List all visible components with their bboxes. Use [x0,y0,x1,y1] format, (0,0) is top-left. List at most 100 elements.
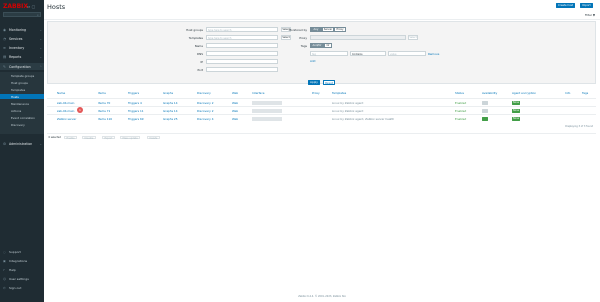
nav-user-settings[interactable]: ☺ User settings [0,275,44,282]
mass-update-button[interactable]: Mass update [120,135,141,139]
chevron-up-icon: ⌃ [39,64,42,69]
availability-badge [482,108,488,113]
interface-redacted [252,109,282,113]
submenu-hosts[interactable]: Hosts [0,94,44,99]
submenu-actions[interactable]: Actions [0,108,44,113]
column-header-discovery: Discovery [197,91,211,95]
zabbix-logo[interactable]: ZABBIX [3,3,28,10]
templates-text: Linux by Zabbix agent, Zabbix server hea… [332,117,395,121]
graphs-link[interactable]: Graphs 25 [163,117,177,121]
submenu-event-correlation[interactable]: Event correlation [0,115,44,120]
web-link[interactable]: Web [232,101,238,105]
tag-add-link[interactable]: Add [310,59,322,63]
graphs-link[interactable]: Graphs 14 [163,101,177,105]
encryption-badge: None [512,116,520,121]
column-header-status[interactable]: Status [455,91,464,95]
wrench-icon: ✎ [3,64,6,69]
nav-integrations[interactable]: ▣ Integrations [0,257,44,264]
reset-button[interactable]: Reset [323,80,335,85]
configuration-submenu: Template groups Host groups Templates Ho… [0,72,44,134]
host-name-link[interactable]: Zabbix server [57,117,76,121]
table-row: zab-04.main Items 70 Triggers 4 Graphs 1… [47,98,596,106]
export-button[interactable]: Export [102,135,115,139]
name-input[interactable] [206,43,278,48]
ip-label: IP [200,60,203,64]
items-link[interactable]: Items 116 [98,117,112,121]
sign-out-icon: ⏻ [3,285,6,290]
triggers-link[interactable]: Triggers 69 [128,117,144,121]
tags-and-or[interactable]: And/Or [310,43,324,48]
dns-input[interactable] [206,51,278,56]
host-name-link[interactable]: zab-04.main [57,109,74,113]
submenu-template-groups[interactable]: Template groups [0,73,44,78]
submenu-host-groups[interactable]: Host groups [0,80,44,85]
filter-icon: ▼ [592,13,595,17]
services-icon: ◔ [3,36,7,41]
nav-services[interactable]: ◔ Services ⌄ [0,35,44,42]
monitored-by-server[interactable]: Server [322,27,334,32]
web-link[interactable]: Web [232,117,238,121]
enable-button[interactable]: Enable [64,135,78,139]
nav-reports[interactable]: ▤ Reports ⌄ [0,53,44,60]
nav-inventory[interactable]: ≡ Inventory ⌄ [0,44,44,51]
port-input[interactable] [206,67,278,72]
status-link[interactable]: Enabled [455,109,466,113]
submenu-templates[interactable]: Templates [0,87,44,92]
graphs-link[interactable]: Graphs 14 [163,109,177,113]
status-link[interactable]: Enabled [455,117,466,121]
sidebar-controls[interactable]: ⇔ ▢ [27,4,35,9]
triggers-link[interactable]: Triggers 4 [128,101,142,105]
import-button[interactable]: Import [580,3,593,8]
availability-badge [482,116,488,121]
monitored-by-any[interactable]: Any [310,27,322,32]
tags-or[interactable]: Or [324,43,332,48]
nav-configuration[interactable]: ✎ Configuration ⌃ [0,63,44,70]
disable-button[interactable]: Disable [82,135,96,139]
chevron-down-icon: ⌄ [39,27,42,32]
items-link[interactable]: Items 70 [98,101,110,105]
eye-icon: ◉ [3,27,7,32]
triggers-link[interactable]: Triggers 11 [128,109,144,113]
monitored-by-proxy[interactable]: Proxy [334,27,346,32]
filter-tab[interactable]: Filter ▼ [585,13,595,17]
host-name-link[interactable]: zab-04.main [57,101,74,105]
discovery-link[interactable]: Discovery 2 [197,101,214,105]
tag-remove-link[interactable]: Remove [428,52,440,56]
column-header-agent-encryption: Agent encryption [512,91,537,95]
proxy-select-button[interactable]: Select [408,35,418,40]
mass-actions-bar: 0 selected Enable Disable Export Mass up… [47,133,596,139]
proxy-input[interactable] [310,35,406,40]
host-groups-input[interactable]: type here to search [206,27,278,32]
status-link[interactable]: Enabled [455,101,466,105]
nav-monitoring[interactable]: ◉ Monitoring ⌄ [0,26,44,33]
user-icon: ☺ [3,276,7,281]
integrations-icon: ▣ [3,258,6,263]
apply-button[interactable]: Apply [308,80,320,85]
tag-operator-select[interactable]: Contains [350,51,386,56]
nav-sign-out[interactable]: ⏻ Sign out [0,284,44,291]
templates-input[interactable]: type here to search [206,35,278,40]
items-link[interactable]: Items 71 [98,109,110,113]
web-link[interactable]: Web [232,109,238,113]
gear-icon: ⚙ [3,141,7,146]
ip-input[interactable] [206,59,278,64]
filter-panel: Host groups type here to search Select T… [47,21,596,85]
tag-value-input[interactable]: value [388,51,426,56]
sidebar: ZABBIX ⇔ ▢ ⌕ ◉ Monitoring ⌄ ◔ Services ⌄ ≡ In… [0,0,44,302]
encryption-badge: None [512,100,520,105]
sidebar-search-input[interactable]: ⌕ [3,12,41,17]
delete-button[interactable]: Delete [147,135,160,139]
discovery-link[interactable]: Discovery 2 [197,109,214,113]
discovery-link[interactable]: Discovery 4 [197,117,214,121]
submenu-maintenance[interactable]: Maintenance [0,101,44,106]
tag-name-input[interactable]: tag [310,51,348,56]
proxy-label: Proxy [299,36,307,40]
submenu-discovery[interactable]: Discovery [0,122,44,127]
nav-support[interactable]: ◌ Support [0,248,44,255]
nav-administration[interactable]: ⚙ Administration ⌄ [0,140,44,147]
encryption-badge: None [512,108,520,113]
templates-label: Templates [188,36,203,40]
column-header-name[interactable]: Name [57,91,65,95]
nav-help[interactable]: ? Help [0,266,44,273]
create-host-button[interactable]: Create host [556,3,576,8]
